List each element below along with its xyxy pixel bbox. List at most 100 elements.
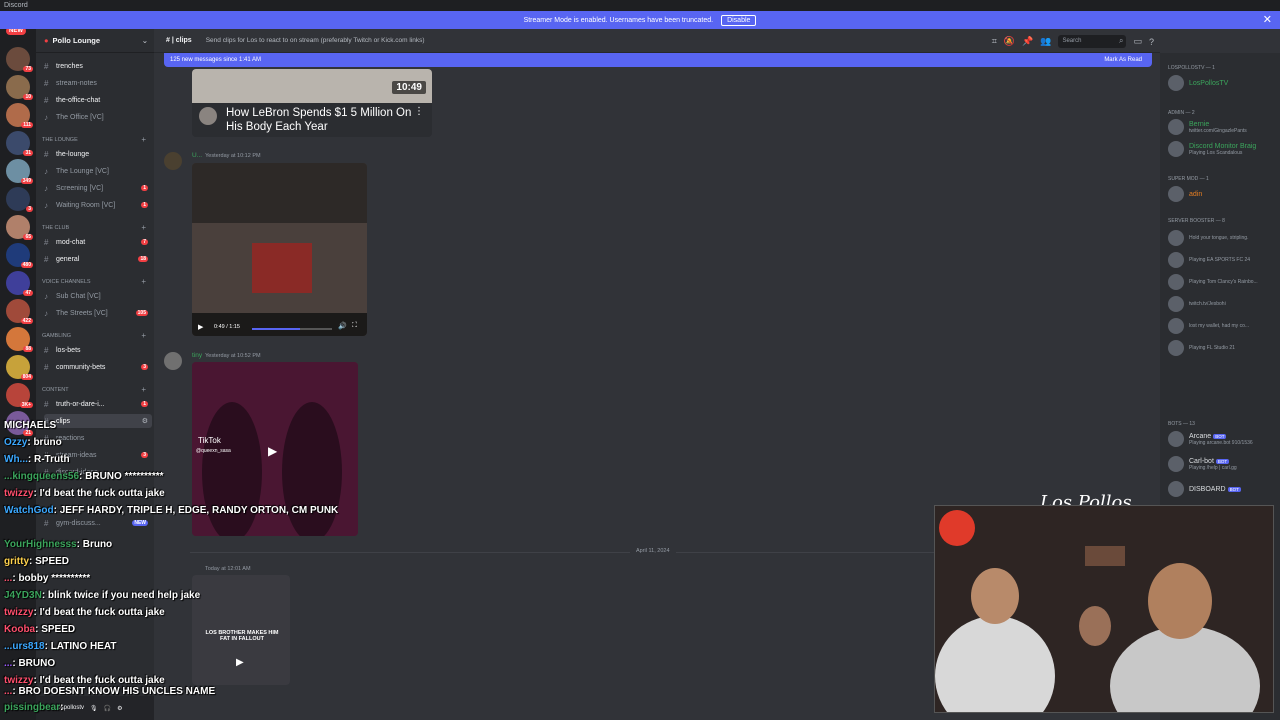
channel-the-lounge[interactable]: # the-lounge xyxy=(44,147,152,161)
chat-line: pissingbear: xyxy=(4,702,64,713)
chat-line: twizzy: I'd beat the fuck outta jake xyxy=(4,675,165,686)
channel-general[interactable]: # general 18 xyxy=(44,252,152,266)
chat-line: gritty: SPEED xyxy=(4,556,70,567)
members-icon[interactable]: 👥 xyxy=(1040,36,1051,47)
more-icon[interactable]: ⋮ xyxy=(414,106,424,117)
window-title: Discord xyxy=(0,0,1280,11)
channel-stream-notes[interactable]: # stream-notes xyxy=(44,76,152,90)
channel-mod-chat[interactable]: # mod-chat 7 xyxy=(44,235,152,249)
mute-icon[interactable]: 🔕 xyxy=(1004,36,1015,47)
member-item[interactable]: DISBOARD BOT xyxy=(1168,481,1241,497)
channel-the-office-vc[interactable]: ♪ The Office [VC] xyxy=(44,110,152,124)
member-item[interactable]: Carl-bot BOT Playing /help | carl.gg xyxy=(1168,456,1237,472)
youtube-embed[interactable]: 10:49 How LeBron Spends $1 5 Million On … xyxy=(192,69,432,137)
member-item[interactable]: Playing EA SPORTS FC 24 xyxy=(1168,252,1250,268)
stream-chat-overlay: MICHAELS Ozzy: bruno Wh...: R-Truth ...k… xyxy=(4,420,338,713)
member-item[interactable]: adin xyxy=(1168,186,1202,202)
server-icon[interactable]: 31 xyxy=(6,131,33,156)
voice-icon: ♪ xyxy=(44,200,48,210)
channel-title: # | clips xyxy=(166,37,192,44)
member-group-title: SERVER BOOSTER — 8 xyxy=(1168,218,1225,224)
close-icon[interactable]: ✕ xyxy=(1263,13,1272,26)
search-input[interactable]: Search ⌕ xyxy=(1058,35,1127,48)
avatar xyxy=(1168,456,1184,472)
hash-icon: # xyxy=(44,78,49,88)
inbox-icon[interactable]: ▭ xyxy=(1133,36,1142,47)
server-icon[interactable]: 3 xyxy=(6,187,33,212)
server-icon[interactable]: 47 xyxy=(6,271,33,296)
hash-icon: # xyxy=(44,95,49,105)
channel-community-bets[interactable]: # community-bets 3 xyxy=(44,360,152,374)
hash-icon: # xyxy=(44,254,49,264)
server-icon[interactable]: 111 xyxy=(6,103,33,128)
guild-dot-icon: ● xyxy=(44,36,49,45)
channel-avatar xyxy=(199,107,217,125)
guild-header[interactable]: ● Pollo Lounge ⌄ xyxy=(36,29,154,53)
channel-sub-chat-vc[interactable]: ♪ Sub Chat [VC] xyxy=(44,289,152,303)
channel-waiting-room-vc[interactable]: ♪ Waiting Room [VC] 1 xyxy=(44,198,152,212)
server-icon[interactable]: 480 xyxy=(6,243,33,268)
member-item[interactable]: twitch.tv/Jesbohi xyxy=(1168,296,1226,312)
webcam-frame xyxy=(935,506,1273,712)
banner-text: Streamer Mode is enabled. Usernames have… xyxy=(523,16,714,24)
volume-icon[interactable]: 🔊 xyxy=(338,322,347,330)
category-gambling[interactable]: Gambling + xyxy=(42,331,150,340)
avatar[interactable] xyxy=(164,352,182,370)
voice-icon: ♪ xyxy=(44,166,48,176)
disable-button[interactable]: Disable xyxy=(721,14,757,26)
new-messages-bar[interactable]: 125 new messages since 1:41 AM Mark As R… xyxy=(164,53,1152,67)
server-icon[interactable]: 3K+ xyxy=(6,383,33,408)
chat-line: MICHAELS xyxy=(4,420,57,431)
server-icon[interactable]: 422 xyxy=(6,299,33,324)
channel-los-bets[interactable]: # los-bets xyxy=(44,343,152,357)
hash-icon: # xyxy=(44,345,49,355)
play-icon[interactable]: ▶ xyxy=(198,323,203,331)
video-frame xyxy=(192,163,367,336)
search-icon: ⌕ xyxy=(1118,36,1124,45)
video-seekbar[interactable] xyxy=(252,328,332,330)
channel-the-office-chat[interactable]: # the-office-chat xyxy=(44,93,152,107)
member-item[interactable]: Playing Tom Clancy's Rainbo... xyxy=(1168,274,1258,290)
fullscreen-icon[interactable]: ⛶ xyxy=(352,322,357,330)
member-item[interactable]: LosPollosTV xyxy=(1168,75,1228,91)
category-content[interactable]: Content + xyxy=(42,385,150,394)
member-item[interactable]: Playing FL Studio 21 xyxy=(1168,340,1235,356)
channel-screening-vc[interactable]: ♪ Screening [VC] 1 xyxy=(44,181,152,195)
chevron-down-icon[interactable]: ⌄ xyxy=(142,36,148,45)
category-voice-channels[interactable]: Voice Channels + xyxy=(42,277,150,286)
help-icon[interactable]: ? xyxy=(1149,37,1154,47)
category-the-lounge[interactable]: The Lounge + xyxy=(42,135,150,144)
server-icon[interactable]: 804 xyxy=(6,355,33,380)
member-item[interactable]: Hold your tongue, stripling. xyxy=(1168,230,1248,246)
member-item[interactable]: lost my wallet, had my co... xyxy=(1168,318,1249,334)
server-icon[interactable]: 349 xyxy=(6,159,33,184)
avatar[interactable] xyxy=(164,152,182,170)
chat-line: ...: bobby ********** xyxy=(4,573,91,584)
server-icon[interactable]: 73 xyxy=(6,47,33,72)
avatar xyxy=(1168,431,1184,447)
chat-line: WatchGod: JEFF HARDY, TRIPLE H, EDGE, RA… xyxy=(4,505,339,516)
member-item[interactable]: Arcane BOT Playing arcane.bot 910/1536 xyxy=(1168,431,1253,447)
member-item[interactable]: Bernie twitter.com/GingazlePants xyxy=(1168,119,1247,135)
embed-title[interactable]: How LeBron Spends $1 5 Million On His Bo… xyxy=(226,106,416,134)
avatar xyxy=(1168,296,1184,312)
mark-as-read-button[interactable]: Mark As Read xyxy=(1104,53,1142,67)
webcam-overlay xyxy=(934,505,1274,713)
pin-icon[interactable]: 📌 xyxy=(1022,36,1033,47)
channel-the-streets-vc[interactable]: ♪ The Streets [VC] 105 xyxy=(44,306,152,320)
member-group-title: BOTS — 13 xyxy=(1168,421,1195,427)
threads-icon[interactable]: ⌗ xyxy=(992,36,997,47)
server-icon[interactable]: 65 xyxy=(6,215,33,240)
channel-the-lounge-vc[interactable]: ♪ The Lounge [VC] xyxy=(44,164,152,178)
server-icon[interactable]: 10 xyxy=(6,75,33,100)
channel-truth-or-dare[interactable]: # truth-or-dare-i... 1 xyxy=(44,397,152,411)
voice-icon: ♪ xyxy=(44,183,48,193)
server-icon[interactable]: 88 xyxy=(6,327,33,352)
video-player[interactable]: ▶ 0:49 / 1:15 🔊 ⛶ xyxy=(192,163,367,336)
category-the-club[interactable]: The Club + xyxy=(42,223,150,232)
video-duration: 10:49 xyxy=(392,81,426,94)
channel-topic[interactable]: Send clips for Los to react to on stream… xyxy=(206,37,425,44)
member-group-title: SUPER MOD — 1 xyxy=(1168,176,1209,182)
channel-trenches[interactable]: # trenches xyxy=(44,59,152,73)
member-item[interactable]: Discord Monitor Braig Playing Los Scandal… xyxy=(1168,141,1256,157)
